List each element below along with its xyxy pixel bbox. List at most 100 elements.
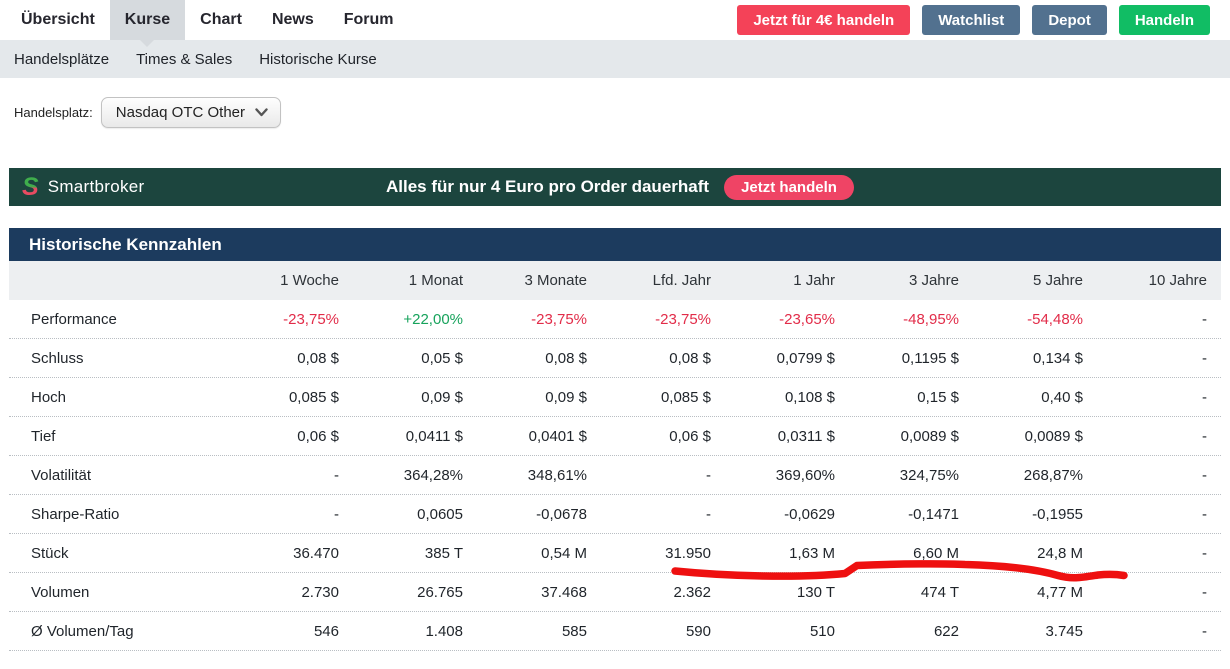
smartbroker-logo: S Smartbroker: [22, 175, 145, 200]
table-cell: 2.362: [601, 584, 725, 601]
table-cell: 24,8 M: [973, 545, 1097, 562]
table-cell: 0,09 $: [353, 389, 477, 406]
table-cell: -: [1097, 428, 1221, 445]
table-cell: -: [1097, 389, 1221, 406]
table-row: Ø Volumen/Tag5461.4085855905106223.745-: [9, 612, 1221, 651]
table-cell: 3.745: [973, 623, 1097, 640]
top-nav: ÜbersichtKurseChartNewsForum Jetzt für 4…: [0, 0, 1230, 40]
row-label: Hoch: [9, 389, 229, 406]
table-cell: 0,1195 $: [849, 350, 973, 367]
nav-buttons: Jetzt für 4€ handeln Watchlist Depot Handel…: [737, 0, 1230, 40]
table-cell: +22,00%: [353, 311, 477, 328]
tab-forum[interactable]: Forum: [329, 0, 409, 40]
subnav-item-historische-kurse[interactable]: Historische Kurse: [259, 51, 377, 68]
table-cell: 0,05 $: [353, 350, 477, 367]
column-header: 3 Jahre: [849, 272, 973, 289]
table-cell: 0,06 $: [601, 428, 725, 445]
table-cell: 0,40 $: [973, 389, 1097, 406]
table-cell: -0,1955: [973, 506, 1097, 523]
main-tabs: ÜbersichtKurseChartNewsForum: [6, 0, 409, 40]
column-header: 3 Monate: [477, 272, 601, 289]
banner-cta-button[interactable]: Jetzt handeln: [724, 175, 854, 200]
table-row: Stück36.470385 T0,54 M31.9501,63 M6,60 M…: [9, 534, 1221, 573]
sub-nav: HandelsplätzeTimes & SalesHistorische Ku…: [0, 40, 1230, 78]
watchlist-button[interactable]: Watchlist: [922, 5, 1020, 35]
row-label: Tief: [9, 428, 229, 445]
table-cell: -: [1097, 350, 1221, 367]
tab--bersicht[interactable]: Übersicht: [6, 0, 110, 40]
table-body: Performance-23,75%+22,00%-23,75%-23,75%-…: [9, 300, 1221, 651]
row-label: Sharpe-Ratio: [9, 506, 229, 523]
handelsplatz-selected-value: Nasdaq OTC Other: [116, 104, 245, 121]
table-row: Schluss0,08 $0,05 $0,08 $0,08 $0,0799 $0…: [9, 339, 1221, 378]
table-cell: -0,0629: [725, 506, 849, 523]
table-cell: 1,63 M: [725, 545, 849, 562]
table-cell: 585: [477, 623, 601, 640]
table-cell: -23,75%: [229, 311, 353, 328]
table-cell: 0,085 $: [601, 389, 725, 406]
table-cell: 36.470: [229, 545, 353, 562]
subnav-item-handelspl-tze[interactable]: Handelsplätze: [14, 51, 109, 68]
table-cell: 0,0401 $: [477, 428, 601, 445]
table-cell: 324,75%: [849, 467, 973, 484]
table-cell: 6,60 M: [849, 545, 973, 562]
smartbroker-logo-icon: S: [22, 175, 39, 200]
smartbroker-ad-banner[interactable]: S Smartbroker Alles für nur 4 Euro pro O…: [9, 168, 1221, 206]
table-cell: -23,75%: [477, 311, 601, 328]
handelsplatz-select[interactable]: Nasdaq OTC Other: [101, 97, 281, 128]
table-cell: 0,08 $: [229, 350, 353, 367]
column-header: 10 Jahre: [1097, 272, 1221, 289]
column-header: 1 Jahr: [725, 272, 849, 289]
table-cell: -23,75%: [601, 311, 725, 328]
jetzt-f-r-4-handeln-button[interactable]: Jetzt für 4€ handeln: [737, 5, 910, 35]
table-row: Performance-23,75%+22,00%-23,75%-23,75%-…: [9, 300, 1221, 339]
banner-promo: Alles für nur 4 Euro pro Order dauerhaft…: [386, 175, 854, 200]
table-cell: 2.730: [229, 584, 353, 601]
table-row: Volumen2.73026.76537.4682.362130 T474 T4…: [9, 573, 1221, 612]
table-cell: 348,61%: [477, 467, 601, 484]
row-label: Volatilität: [9, 467, 229, 484]
table-cell: 385 T: [353, 545, 477, 562]
depot-button[interactable]: Depot: [1032, 5, 1107, 35]
table-cell: 0,08 $: [477, 350, 601, 367]
table-cell: 1.408: [353, 623, 477, 640]
table-cell: 590: [601, 623, 725, 640]
table-row: Hoch0,085 $0,09 $0,09 $0,085 $0,108 $0,1…: [9, 378, 1221, 417]
table-cell: 0,108 $: [725, 389, 849, 406]
page: ÜbersichtKurseChartNewsForum Jetzt für 4…: [0, 0, 1230, 669]
table-cell: 0,0311 $: [725, 428, 849, 445]
row-label: Volumen: [9, 584, 229, 601]
table-cell: 37.468: [477, 584, 601, 601]
historical-metrics-section: Historische Kennzahlen 1 Woche1 Monat3 M…: [9, 228, 1221, 651]
tab-kurse[interactable]: Kurse: [110, 0, 185, 40]
tab-chart[interactable]: Chart: [185, 0, 257, 40]
table-cell: 0,0089 $: [973, 428, 1097, 445]
smartbroker-brand-text: Smartbroker: [48, 177, 145, 197]
tab-news[interactable]: News: [257, 0, 329, 40]
table-cell: -: [229, 506, 353, 523]
table-cell: 31.950: [601, 545, 725, 562]
marketplace-row: Handelsplatz: Nasdaq OTC Other: [14, 95, 1230, 130]
table-cell: 0,0411 $: [353, 428, 477, 445]
table-cell: -48,95%: [849, 311, 973, 328]
table-cell: -54,48%: [973, 311, 1097, 328]
table-cell: -: [1097, 584, 1221, 601]
table-cell: 622: [849, 623, 973, 640]
table-cell: 0,085 $: [229, 389, 353, 406]
column-header: 5 Jahre: [973, 272, 1097, 289]
handeln-button[interactable]: Handeln: [1119, 5, 1210, 35]
table-cell: 510: [725, 623, 849, 640]
table-cell: 0,0605: [353, 506, 477, 523]
table-cell: 0,09 $: [477, 389, 601, 406]
table-cell: -23,65%: [725, 311, 849, 328]
column-header: Lfd. Jahr: [601, 272, 725, 289]
table-cell: 0,0799 $: [725, 350, 849, 367]
column-header: 1 Woche: [229, 272, 353, 289]
row-label: Stück: [9, 545, 229, 562]
table-cell: 0,06 $: [229, 428, 353, 445]
table-cell: -: [1097, 506, 1221, 523]
row-label: Ø Volumen/Tag: [9, 623, 229, 640]
table-column-header-row: 1 Woche1 Monat3 MonateLfd. Jahr1 Jahr3 J…: [9, 261, 1221, 300]
table-cell: 4,77 M: [973, 584, 1097, 601]
table-cell: -: [601, 506, 725, 523]
